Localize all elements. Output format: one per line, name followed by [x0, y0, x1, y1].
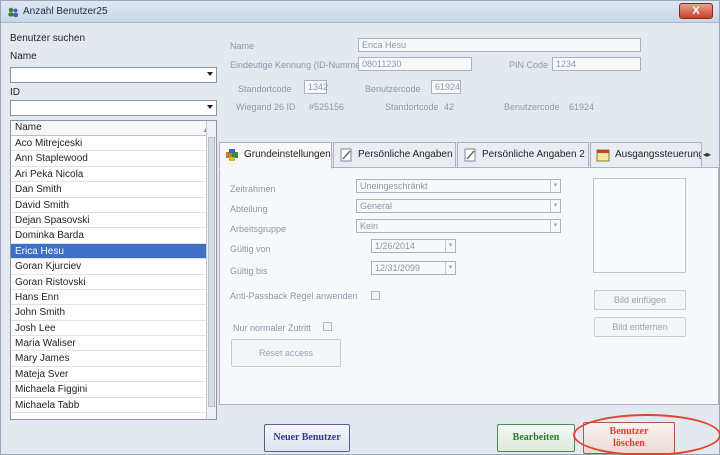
service-code-label: Benutzercode	[504, 102, 560, 112]
list-item-selected[interactable]: Erica Hesu	[11, 243, 216, 260]
valid-to-value: 12/31/2099	[375, 263, 421, 273]
doc-pen-icon	[464, 148, 476, 162]
list-scrollbar[interactable]	[206, 121, 216, 419]
reset-access-button[interactable]: Reset access	[231, 339, 341, 367]
add-image-button[interactable]: Bild einfügen	[594, 290, 686, 310]
user-list[interactable]: Name ▲ Aco Mitrejceski Ann Staplewood Ar…	[10, 120, 217, 420]
tab-strip: Grundeinstellungen Persönliche Angaben P…	[219, 142, 720, 169]
close-icon: X	[692, 5, 700, 17]
tab-persoenliche-angaben[interactable]: Persönliche Angaben	[333, 142, 456, 167]
list-item[interactable]: Hans Enn	[11, 290, 216, 306]
tab-label: Persönliche Angaben	[358, 149, 453, 160]
search-heading: Benutzer suchen	[10, 33, 86, 44]
list-item[interactable]: Michaela Tabb	[11, 398, 216, 414]
list-item[interactable]: Michaela Figgini	[11, 382, 216, 398]
list-item[interactable]: Dejan Spasovski	[11, 213, 216, 229]
close-button[interactable]: X	[679, 3, 713, 19]
pin-field[interactable]: 1234	[552, 57, 641, 71]
chevron-down-icon[interactable]: ▾	[445, 240, 455, 252]
chevron-down-icon[interactable]: ▾	[550, 180, 560, 192]
time-profile-select[interactable]: Uneingeschränkt ▾	[356, 179, 561, 193]
tab-scroll-arrows[interactable]: ◂▸	[703, 150, 720, 162]
name-search-combo[interactable]	[10, 67, 217, 83]
list-item[interactable]: Ann Staplewood	[11, 151, 216, 167]
valid-to-label: Gültig bis	[230, 266, 268, 276]
workgroup-label: Arbeitsgruppe	[230, 224, 287, 234]
list-column-header[interactable]: Name ▲	[11, 121, 216, 136]
time-profile-label: Zeitrahmen	[230, 184, 276, 194]
title-bar: Anzahl Benutzer25 X	[1, 1, 719, 23]
chevron-down-icon[interactable]	[207, 72, 213, 76]
chevron-down-icon[interactable]	[207, 105, 213, 109]
pin-label: PIN Code	[509, 60, 549, 70]
tab-label: Ausgangssteuerung	[615, 149, 702, 160]
scrollbar-thumb[interactable]	[208, 137, 215, 407]
list-item[interactable]: Dominka Barda	[11, 228, 216, 244]
normal-access-checkbox[interactable]	[323, 322, 332, 331]
anti-passback-label: Anti-Passback Regel anwenden	[230, 291, 358, 301]
tab-label: Grundeinstellungen	[244, 149, 331, 160]
tab-label: Persönliche Angaben 2	[482, 149, 585, 160]
id-label: Eindeutige Kennung (ID-Nummer)	[230, 60, 367, 70]
user-code-label: Benutzercode	[365, 84, 421, 94]
anti-passback-checkbox[interactable]	[371, 291, 380, 300]
service-code-value: 61924	[569, 102, 595, 112]
list-header-label: Name	[15, 122, 42, 133]
list-item[interactable]: Ari Peka Nicola	[11, 167, 216, 183]
users-icon	[8, 7, 18, 17]
new-user-button[interactable]: Neuer Benutzer	[264, 424, 350, 452]
workgroup-value: Kein	[360, 221, 379, 231]
valid-from-date[interactable]: 1/26/2014 ▾	[371, 239, 456, 253]
workgroup-select[interactable]: Kein ▾	[356, 219, 561, 233]
highlight-ellipse	[573, 414, 720, 455]
list-item[interactable]: Maria Waliser	[11, 336, 216, 352]
list-item[interactable]: Goran Ristovski	[11, 275, 216, 290]
calendar-icon	[596, 149, 610, 162]
doc-pen-icon	[340, 148, 352, 162]
list-item[interactable]: Dan Smith	[11, 182, 216, 198]
department-value: General	[360, 201, 393, 211]
chevron-down-icon[interactable]: ▾	[550, 220, 560, 232]
name-label: Name	[230, 41, 255, 51]
id-field[interactable]: 08011230	[358, 57, 472, 71]
list-item[interactable]: Mateja Sver	[11, 367, 216, 383]
app-window: Anzahl Benutzer25 X Benutzer suchen Name…	[0, 0, 720, 455]
tab-ausgangssteuerung[interactable]: Ausgangssteuerung	[590, 142, 702, 167]
tab-grundeinstellungen[interactable]: Grundeinstellungen	[219, 142, 332, 169]
chevron-right-icon[interactable]: ▸	[707, 150, 711, 159]
site-code2-value: 42	[444, 102, 455, 112]
list-item[interactable]: Josh Lee	[11, 321, 216, 337]
valid-to-date[interactable]: 12/31/2099 ▾	[371, 261, 456, 275]
chevron-down-icon[interactable]: ▾	[550, 200, 560, 212]
wiegand-label: Wiegand 26 ID	[236, 102, 296, 112]
puzzle-icon	[226, 149, 238, 161]
list-items: Aco Mitrejceski Ann Staplewood Ari Peka …	[11, 136, 216, 414]
department-label: Abteilung	[230, 204, 268, 214]
list-item[interactable]: John Smith	[11, 305, 216, 321]
valid-from-value: 1/26/2014	[375, 241, 416, 251]
site-code-label: Standortcode	[238, 84, 292, 94]
tab-persoenliche-angaben-2[interactable]: Persönliche Angaben 2	[457, 142, 589, 167]
edit-button[interactable]: Bearbeiten	[497, 424, 575, 452]
time-profile-value: Uneingeschränkt	[360, 181, 428, 191]
name-search-label: Name	[10, 51, 37, 62]
wiegand-value: #525156	[309, 102, 345, 112]
site-code2-label: Standortcode	[385, 102, 439, 112]
list-item[interactable]: Aco Mitrejceski	[11, 136, 216, 152]
site-code-field[interactable]: 1342	[304, 80, 328, 94]
id-search-combo[interactable]	[10, 100, 217, 116]
photo-box	[593, 178, 686, 273]
window-title: Anzahl Benutzer25	[23, 6, 108, 17]
remove-image-button[interactable]: Bild entfernen	[594, 317, 686, 337]
id-search-label: ID	[10, 87, 20, 98]
user-code-field[interactable]: 61924	[431, 80, 461, 94]
department-select[interactable]: General ▾	[356, 199, 561, 213]
list-item[interactable]: Goran Kjurciev	[11, 259, 216, 275]
list-item[interactable]: Mary James	[11, 351, 216, 367]
valid-from-label: Gültig von	[230, 244, 271, 254]
chevron-down-icon[interactable]: ▾	[445, 262, 455, 274]
list-item[interactable]: David Smith	[11, 198, 216, 213]
normal-access-label: Nur normaler Zutritt	[233, 323, 312, 333]
name-field[interactable]: Erica Hesu	[358, 38, 641, 52]
